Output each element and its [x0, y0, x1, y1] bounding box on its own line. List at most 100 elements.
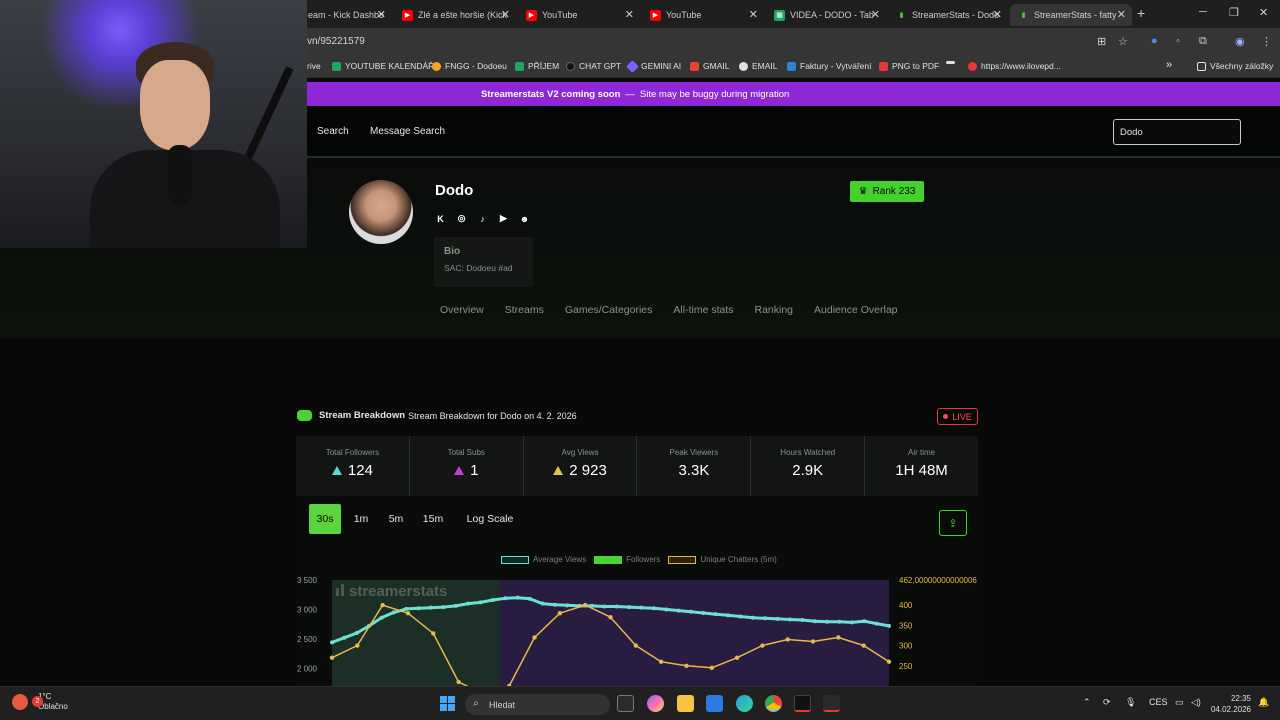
- close-icon[interactable]: ✕: [1117, 8, 1126, 21]
- browser-tab-videa[interactable]: ▦ VIDEA - DODO - Tab ✕: [766, 4, 886, 26]
- data-point[interactable]: [676, 608, 681, 613]
- data-point[interactable]: [478, 600, 483, 605]
- data-point[interactable]: [528, 596, 533, 601]
- browser-tab-streamerstats-dodo[interactable]: ▮ StreamerStats - Dodo ✕: [888, 4, 1008, 26]
- data-point[interactable]: [503, 596, 508, 601]
- data-point[interactable]: [380, 602, 385, 608]
- puzzle-icon[interactable]: ⧉: [1199, 35, 1207, 48]
- legend-item-followers[interactable]: Followers: [594, 555, 660, 564]
- data-point[interactable]: [515, 595, 520, 600]
- url-field[interactable]: vn/95221579: [307, 36, 365, 47]
- bookmark-item[interactable]: https://www.ilovepd...: [968, 61, 1061, 71]
- copilot-icon[interactable]: [647, 695, 664, 712]
- data-point[interactable]: [602, 604, 607, 609]
- data-point[interactable]: [787, 617, 792, 622]
- data-point[interactable]: [466, 601, 471, 606]
- data-point[interactable]: [713, 612, 718, 617]
- bookmark-item[interactable]: [946, 61, 959, 64]
- data-point[interactable]: [874, 621, 879, 626]
- restore-icon[interactable]: ❐: [1229, 6, 1239, 19]
- streamer-search-input[interactable]: [1113, 119, 1241, 145]
- outlook-icon[interactable]: [706, 695, 723, 712]
- interval-1m-button[interactable]: 1m: [349, 504, 373, 534]
- data-point[interactable]: [688, 609, 693, 614]
- data-point[interactable]: [532, 635, 537, 640]
- window-close-icon[interactable]: ✕: [1259, 6, 1268, 19]
- translate-icon[interactable]: ⊞: [1097, 35, 1106, 48]
- data-point[interactable]: [557, 610, 563, 616]
- data-point[interactable]: [836, 635, 841, 640]
- bookmark-item[interactable]: FNGG - Dodoeu: [432, 61, 507, 71]
- data-point[interactable]: [734, 655, 740, 660]
- tiktok-icon[interactable]: ♪: [477, 213, 488, 224]
- data-point[interactable]: [812, 619, 817, 624]
- stream-chart[interactable]: streamerstats 3 500 3 000 2 500 2 000 462,0…: [296, 566, 978, 686]
- bookmark-item[interactable]: PNG to PDF: [879, 61, 939, 71]
- bookmark-item[interactable]: GEMINI AI: [626, 59, 681, 73]
- menu-icon[interactable]: ⋮: [1261, 35, 1272, 48]
- data-point[interactable]: [763, 616, 768, 621]
- data-point[interactable]: [861, 643, 866, 648]
- more-bookmarks-icon[interactable]: »: [1166, 59, 1172, 71]
- data-point[interactable]: [582, 602, 588, 608]
- bookmark-item[interactable]: YOUTUBE KALENDÁŘ: [332, 61, 434, 71]
- close-icon[interactable]: ✕: [377, 8, 386, 21]
- data-point[interactable]: [862, 619, 867, 624]
- volume-icon[interactable]: ◁): [1191, 697, 1201, 708]
- data-point[interactable]: [664, 607, 669, 612]
- data-point[interactable]: [785, 637, 790, 642]
- data-point[interactable]: [614, 604, 619, 609]
- data-point[interactable]: [490, 598, 495, 603]
- windows-start-icon[interactable]: [440, 696, 455, 711]
- data-point[interactable]: [837, 619, 842, 624]
- data-point[interactable]: [886, 659, 892, 664]
- chrome-icon[interactable]: [765, 695, 782, 712]
- data-point[interactable]: [405, 610, 411, 616]
- bookmark-item[interactable]: Faktury - Vytváření: [787, 61, 871, 71]
- close-icon[interactable]: ✕: [993, 8, 1002, 21]
- system-clock[interactable]: 22:35 04.02.2026: [1208, 693, 1251, 715]
- share-icon[interactable]: ⇪: [939, 510, 967, 536]
- data-point[interactable]: [633, 643, 639, 648]
- extension-icon[interactable]: ●: [1151, 35, 1158, 47]
- kick-app-icon[interactable]: [794, 695, 811, 712]
- close-icon[interactable]: ✕: [749, 8, 758, 21]
- extension-icon[interactable]: ◦: [1176, 35, 1180, 47]
- data-point[interactable]: [342, 635, 347, 640]
- discord-icon[interactable]: ☻: [519, 213, 530, 224]
- interval-30s-button[interactable]: 30s: [309, 504, 341, 534]
- data-point[interactable]: [775, 616, 780, 621]
- tray-overflow-icon[interactable]: ⌃: [1083, 697, 1091, 708]
- tab-all-time-stats[interactable]: All-time stats: [673, 304, 733, 316]
- kick-icon[interactable]: K: [435, 213, 446, 224]
- tab-games-categories[interactable]: Games/Categories: [565, 304, 653, 316]
- data-point[interactable]: [608, 615, 613, 620]
- bookmark-item[interactable]: PŘÍJEM: [515, 61, 559, 71]
- data-point[interactable]: [701, 610, 706, 615]
- data-point[interactable]: [639, 605, 644, 610]
- data-point[interactable]: [456, 679, 461, 685]
- data-point[interactable]: [416, 606, 421, 611]
- instagram-icon[interactable]: ◎: [456, 213, 467, 224]
- data-point[interactable]: [391, 610, 396, 615]
- epic-games-icon[interactable]: [823, 695, 840, 712]
- tray-sync-icon[interactable]: ⟳: [1103, 697, 1111, 708]
- tab-streams[interactable]: Streams: [505, 304, 544, 316]
- data-point[interactable]: [627, 605, 632, 610]
- data-point[interactable]: [540, 601, 545, 606]
- data-point[interactable]: [431, 631, 436, 636]
- data-point[interactable]: [658, 659, 664, 664]
- star-icon[interactable]: ☆: [1118, 35, 1128, 48]
- bookmark-item[interactable]: EMAIL: [739, 61, 778, 71]
- data-point[interactable]: [800, 618, 805, 623]
- taskbar-search[interactable]: ⌕ Hledat: [465, 694, 610, 715]
- minimize-icon[interactable]: ─: [1199, 6, 1207, 18]
- data-point[interactable]: [552, 602, 557, 607]
- data-point[interactable]: [726, 613, 731, 618]
- browser-tab-zle[interactable]: ▶ Zlé a ešte horšie (Kick ✕: [394, 4, 516, 26]
- close-icon[interactable]: ✕: [871, 8, 880, 21]
- data-point[interactable]: [329, 655, 335, 660]
- data-point[interactable]: [354, 631, 359, 635]
- bookmark-item[interactable]: rive: [307, 61, 321, 71]
- data-point[interactable]: [651, 606, 656, 611]
